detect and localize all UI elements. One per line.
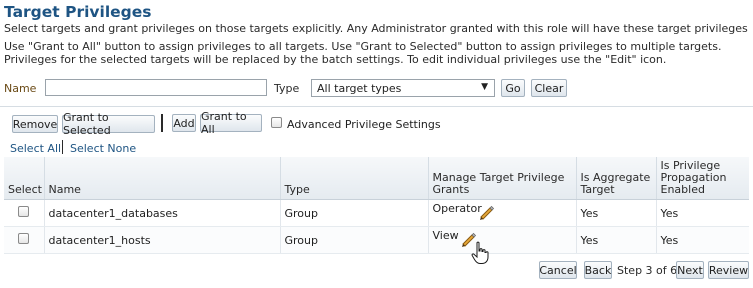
name-search-input[interactable]	[45, 79, 267, 96]
target-type: Group	[280, 226, 429, 254]
page-title: Target Privileges	[4, 3, 152, 21]
clear-button[interactable]: Clear	[531, 79, 567, 97]
add-button[interactable]: Add	[172, 114, 196, 132]
review-button[interactable]: Review	[708, 261, 749, 279]
next-button[interactable]: Next	[676, 261, 704, 279]
name-label: Name	[4, 82, 37, 95]
col-propagation[interactable]: Is Privilege Propagation Enabled	[656, 157, 749, 200]
divider	[0, 106, 753, 107]
step-indicator: Step 3 of 6	[617, 264, 678, 277]
table-row[interactable]: datacenter1_databases Group Operator Yes…	[4, 199, 749, 227]
type-label: Type	[274, 82, 300, 95]
grant-to-all-button[interactable]: Grant to All	[200, 110, 262, 136]
toolbar-separator	[161, 114, 163, 132]
col-aggregate[interactable]: Is Aggregate Target	[576, 157, 657, 200]
propagation-value: Yes	[656, 226, 749, 254]
cancel-button[interactable]: Cancel	[539, 261, 577, 279]
hand-cursor-icon	[471, 241, 489, 264]
col-grants[interactable]: Manage Target Privilege Grants	[428, 157, 577, 200]
link-separator	[62, 140, 63, 154]
remove-button[interactable]: Remove	[12, 115, 58, 133]
pencil-icon[interactable]	[477, 203, 495, 221]
grants-cell: Operator	[428, 199, 577, 227]
page-description: Select targets and grant privileges on t…	[4, 22, 748, 35]
row-select-checkbox[interactable]	[18, 206, 30, 217]
propagation-value: Yes	[656, 199, 749, 227]
go-button[interactable]: Go	[501, 79, 525, 97]
table-row[interactable]: datacenter1_hosts Group View Yes Yes	[4, 226, 749, 254]
back-button[interactable]: Back	[584, 261, 612, 279]
target-name: datacenter1_databases	[44, 199, 281, 227]
col-select[interactable]: Select	[4, 157, 45, 200]
advanced-privilege-label: Advanced Privilege Settings	[287, 118, 441, 131]
advanced-privilege-checkbox[interactable]	[271, 117, 282, 128]
select-all-link[interactable]: Select All	[10, 142, 61, 155]
grant-value: View	[432, 229, 459, 242]
targets-table: Select Name Type Manage Target Privilege…	[4, 157, 749, 254]
chevron-down-icon: ▼	[481, 82, 488, 92]
target-type: Group	[280, 199, 429, 227]
grant-value: Operator	[432, 202, 482, 215]
row-select-checkbox[interactable]	[18, 233, 30, 244]
aggregate-value: Yes	[576, 226, 657, 254]
col-type[interactable]: Type	[280, 157, 429, 200]
grants-cell: View	[428, 226, 577, 254]
target-name: datacenter1_hosts	[44, 226, 281, 254]
target-type-value: All target types	[317, 81, 402, 95]
target-type-select[interactable]: All target types ▼	[311, 79, 495, 97]
col-name[interactable]: Name	[44, 157, 281, 200]
page-instructions: Use "Grant to All" button to assign priv…	[4, 40, 722, 66]
table-header-row: Select Name Type Manage Target Privilege…	[4, 157, 749, 200]
select-none-link[interactable]: Select None	[70, 142, 136, 155]
aggregate-value: Yes	[576, 199, 657, 227]
grant-to-selected-button[interactable]: Grant to Selected	[62, 111, 155, 137]
